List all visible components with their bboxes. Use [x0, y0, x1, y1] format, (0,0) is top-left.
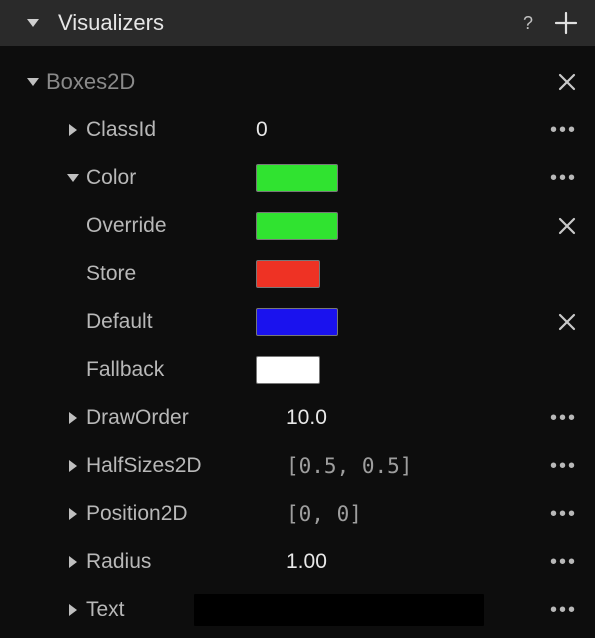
prop-label-halfsizes: HalfSizes2D — [86, 454, 202, 478]
prop-value-radius[interactable]: 1.00 — [286, 550, 327, 574]
prop-row-classid: ClassId 0 ••• — [0, 106, 595, 154]
more-position[interactable]: ••• — [550, 503, 577, 526]
override-swatch[interactable] — [256, 212, 338, 240]
prop-label-override: Override — [86, 214, 167, 238]
more-classid[interactable]: ••• — [550, 119, 577, 142]
prop-label-draworder: DrawOrder — [86, 406, 189, 430]
remove-override-button[interactable] — [557, 216, 577, 236]
prop-row-draworder: DrawOrder 10.0 ••• — [0, 394, 595, 442]
help-button[interactable]: ? — [523, 13, 533, 34]
text-input[interactable] — [194, 594, 484, 626]
default-swatch[interactable] — [256, 308, 338, 336]
prop-value-classid[interactable]: 0 — [256, 118, 268, 142]
fallback-swatch[interactable] — [256, 356, 320, 384]
prop-row-text: Text ••• — [0, 586, 595, 634]
more-color[interactable]: ••• — [550, 167, 577, 190]
property-tree: Boxes2D ClassId 0 ••• Color ••• Override — [0, 46, 595, 634]
expand-text-arrow[interactable] — [60, 603, 86, 617]
prop-value-position[interactable]: [0, 0] — [286, 502, 362, 526]
prop-label-default: Default — [86, 310, 153, 334]
remove-entity-button[interactable] — [557, 72, 577, 92]
prop-label-store: Store — [86, 262, 136, 286]
prop-label-fallback: Fallback — [86, 358, 164, 382]
more-halfsizes[interactable]: ••• — [550, 455, 577, 478]
expand-draworder-arrow[interactable] — [60, 411, 86, 425]
remove-default-button[interactable] — [557, 312, 577, 332]
prop-row-position: Position2D [0, 0] ••• — [0, 490, 595, 538]
collapse-visualizers-arrow[interactable] — [20, 18, 46, 28]
collapse-color-arrow[interactable] — [60, 173, 86, 183]
prop-label-radius: Radius — [86, 550, 151, 574]
more-radius[interactable]: ••• — [550, 551, 577, 574]
add-visualizer-button[interactable] — [553, 10, 579, 36]
expand-radius-arrow[interactable] — [60, 555, 86, 569]
prop-row-radius: Radius 1.00 ••• — [0, 538, 595, 586]
prop-value-draworder[interactable]: 10.0 — [286, 406, 327, 430]
prop-row-color-store: Store — [0, 250, 595, 298]
prop-row-color-fallback: Fallback — [0, 346, 595, 394]
panel-header: Visualizers ? — [0, 0, 595, 46]
prop-label-position: Position2D — [86, 502, 188, 526]
prop-value-halfsizes[interactable]: [0.5, 0.5] — [286, 454, 412, 478]
prop-row-color-default: Default — [0, 298, 595, 346]
expand-halfsizes-arrow[interactable] — [60, 459, 86, 473]
store-swatch[interactable] — [256, 260, 320, 288]
panel-title: Visualizers — [58, 10, 164, 36]
prop-row-halfsizes: HalfSizes2D [0.5, 0.5] ••• — [0, 442, 595, 490]
prop-row-color: Color ••• — [0, 154, 595, 202]
prop-label-color: Color — [86, 166, 136, 190]
prop-row-color-override: Override — [0, 202, 595, 250]
color-swatch[interactable] — [256, 164, 338, 192]
more-draworder[interactable]: ••• — [550, 407, 577, 430]
collapse-entity-arrow[interactable] — [20, 77, 46, 87]
expand-classid-arrow[interactable] — [60, 123, 86, 137]
expand-position-arrow[interactable] — [60, 507, 86, 521]
prop-label-classid: ClassId — [86, 118, 156, 142]
more-text[interactable]: ••• — [550, 599, 577, 622]
prop-label-text: Text — [86, 598, 125, 622]
entity-name[interactable]: Boxes2D — [46, 69, 135, 95]
entity-row-boxes2d: Boxes2D — [0, 58, 595, 106]
